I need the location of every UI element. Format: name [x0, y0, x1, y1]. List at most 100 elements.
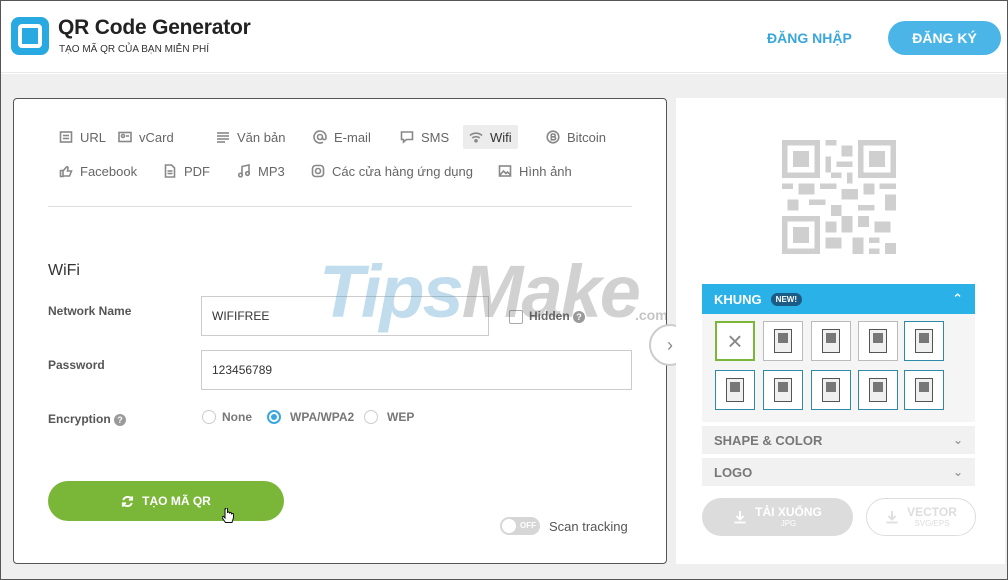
download-main: TẢI XUỐNG	[755, 504, 822, 519]
info-icon[interactable]: ?	[114, 413, 127, 426]
download-jpg-button[interactable]: TẢI XUỐNG JPG	[702, 498, 853, 536]
tab-label: Văn bản	[237, 129, 286, 145]
tab-mp3[interactable]: MP3	[231, 159, 291, 183]
create-qr-label: TẠO MÃ QR	[142, 494, 211, 508]
chevron-down-icon: ⌄	[952, 433, 963, 447]
login-link[interactable]: ĐĂNG NHẬP	[767, 30, 852, 46]
chevron-up-icon: ⌃	[952, 291, 963, 306]
contact-card-icon	[118, 131, 132, 143]
tab-facebook[interactable]: Facebook	[53, 159, 143, 183]
network-name-label: Network Name	[48, 304, 132, 318]
frame-option[interactable]	[763, 370, 803, 410]
vector-main: VECTOR	[907, 504, 957, 519]
encryption-radio-none[interactable]	[202, 410, 216, 424]
wifi-icon	[469, 132, 483, 143]
tab-label: URL	[80, 129, 107, 145]
password-label: Password	[48, 358, 105, 372]
at-sign-icon	[313, 130, 327, 144]
tab-sms[interactable]: SMS	[394, 125, 455, 149]
music-note-icon	[237, 164, 251, 178]
tab-email[interactable]: E-mail	[307, 125, 377, 149]
hidden-label: Hidden	[529, 309, 570, 323]
encryption-option-label: None	[222, 410, 252, 424]
tab-divider	[48, 206, 632, 207]
qr-preview-panel: KHUNG NEW! ⌃ × SHAPE & COLOR ⌄ LOGO ⌄ TẢ…	[676, 98, 1005, 564]
scan-tracking-toggle[interactable]: OFF	[500, 517, 540, 535]
password-input[interactable]	[201, 350, 632, 390]
tab-bitcoin[interactable]: Bitcoin	[540, 125, 612, 149]
logo-accordion[interactable]: LOGO ⌄	[702, 458, 975, 486]
text-lines-icon	[217, 132, 229, 143]
tab-label: E-mail	[334, 129, 371, 145]
logo-label: LOGO	[714, 464, 753, 480]
signup-button[interactable]: ĐĂNG KÝ	[888, 21, 1001, 55]
document-icon	[59, 131, 73, 143]
create-qr-button[interactable]: TẠO MÃ QR	[48, 481, 284, 521]
download-sub: JPG	[780, 519, 797, 529]
encryption-label: Encryption	[48, 412, 111, 426]
frame-section-header[interactable]: KHUNG NEW! ⌃	[702, 284, 975, 314]
tab-images[interactable]: Hình ảnh	[492, 159, 578, 183]
section-title: WiFi	[48, 262, 80, 279]
new-badge: NEW!	[770, 292, 802, 306]
bitcoin-icon	[546, 130, 560, 144]
mouse-pointer-icon	[222, 508, 234, 523]
encryption-radio-wpa[interactable]	[267, 410, 281, 424]
tab-label: vCard	[139, 129, 174, 145]
top-header: QR Code Generator TẠO MÃ QR CỦA BẠN MIỄN…	[1, 1, 1007, 73]
frame-option[interactable]	[811, 321, 851, 361]
tab-label: SMS	[421, 129, 450, 145]
image-icon	[498, 165, 512, 177]
hidden-checkbox[interactable]	[509, 310, 523, 324]
pdf-icon	[164, 164, 176, 178]
encryption-radio-wep[interactable]	[364, 410, 378, 424]
frame-option[interactable]	[904, 370, 944, 410]
vector-sub: SVG/EPS	[914, 519, 950, 529]
tab-pdf[interactable]: PDF	[157, 159, 216, 183]
encryption-label-row: Encryption ?	[48, 412, 127, 426]
info-icon[interactable]: ?	[573, 310, 586, 323]
frame-option[interactable]	[715, 370, 755, 410]
tab-label: Facebook	[80, 163, 138, 179]
tab-wifi[interactable]: Wifi	[463, 125, 518, 149]
shape-color-accordion[interactable]: SHAPE & COLOR ⌄	[702, 426, 975, 454]
shape-color-label: SHAPE & COLOR	[714, 432, 823, 448]
qr-type-form-panel: URL vCard Văn bản E-mail SMS Wifi Bitcoi…	[13, 98, 667, 564]
frame-option[interactable]	[858, 321, 898, 361]
frame-options-grid: ×	[702, 314, 975, 422]
frame-option[interactable]	[858, 370, 898, 410]
brand-title[interactable]: QR Code Generator	[58, 16, 251, 40]
refresh-icon	[122, 495, 134, 507]
tab-label: Hình ảnh	[519, 163, 572, 179]
toggle-knob	[502, 519, 516, 533]
tab-url[interactable]: URL	[53, 125, 112, 149]
tab-label: PDF	[184, 163, 210, 179]
download-vector-button[interactable]: VECTOR SVG/EPS	[866, 498, 976, 536]
frame-option-none[interactable]: ×	[715, 321, 755, 361]
toggle-state: OFF	[520, 521, 536, 530]
tab-vcard[interactable]: vCard	[112, 125, 180, 149]
network-name-input[interactable]	[201, 296, 489, 336]
thumbs-up-icon	[59, 166, 73, 178]
tab-text[interactable]: Văn bản	[210, 125, 291, 149]
chevron-right-icon: ›	[667, 334, 673, 355]
brand-subtitle: TẠO MÃ QR CỦA BẠN MIỄN PHÍ	[59, 44, 210, 55]
encryption-option-label: WEP	[387, 410, 415, 424]
encryption-option-label: WPA/WPA2	[290, 410, 355, 424]
qr-logo-icon[interactable]	[11, 17, 49, 55]
app-store-icon	[311, 164, 325, 178]
frame-title: KHUNG	[714, 291, 762, 307]
tab-label: Các cửa hàng ứng dụng	[332, 163, 474, 179]
hidden-option: Hidden ?	[529, 309, 586, 323]
watermark-dotcom: .com	[635, 307, 668, 323]
tab-app-stores[interactable]: Các cửa hàng ứng dụng	[305, 159, 479, 183]
vector-label: VECTOR SVG/EPS	[907, 504, 957, 529]
chevron-down-icon: ⌄	[952, 465, 963, 479]
tab-label: Bitcoin	[567, 129, 607, 145]
chat-bubble-icon	[400, 131, 414, 144]
tab-label: Wifi	[490, 129, 512, 145]
frame-option[interactable]	[811, 370, 851, 410]
download-label: TẢI XUỐNG JPG	[755, 504, 822, 529]
frame-option[interactable]	[763, 321, 803, 361]
frame-option[interactable]	[904, 321, 944, 361]
